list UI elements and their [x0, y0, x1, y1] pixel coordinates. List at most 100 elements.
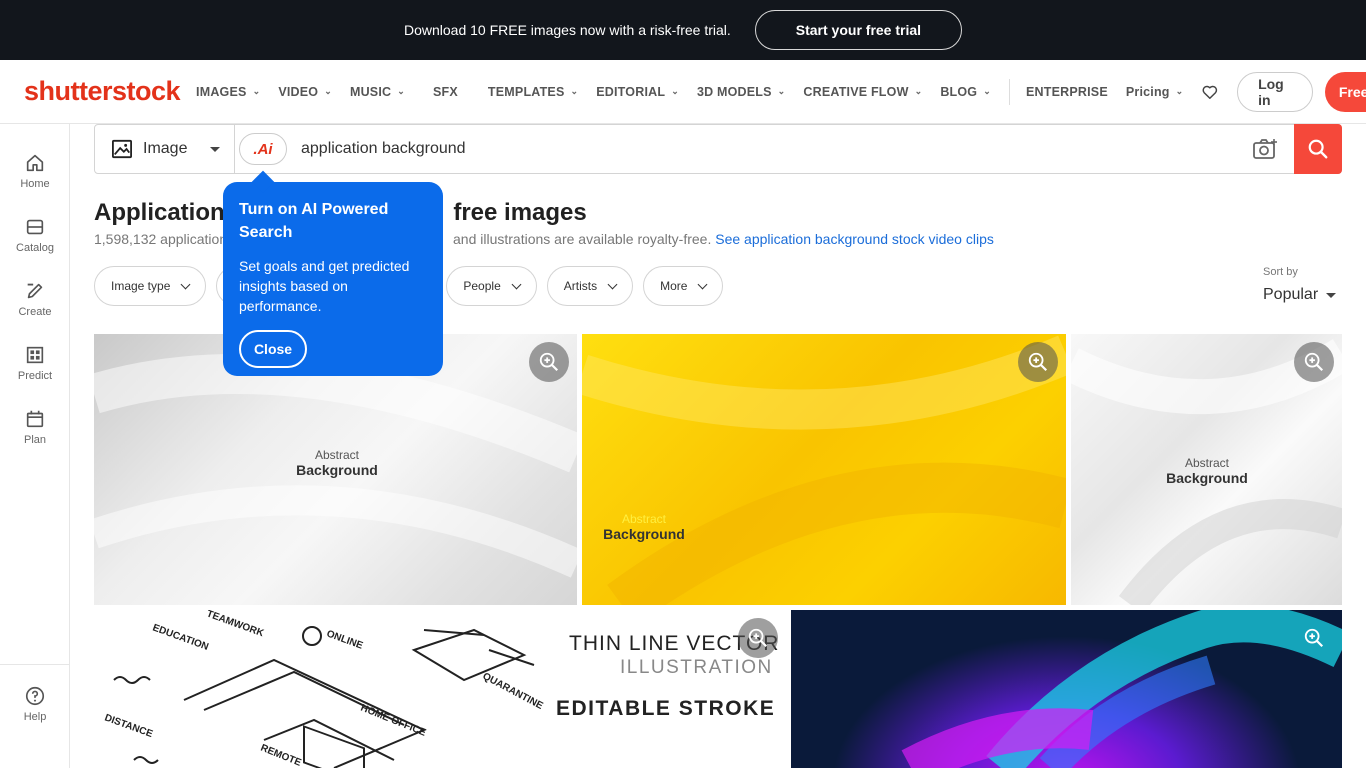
- nav-item-creative-flow[interactable]: CREATIVE FLOW ⌄: [803, 85, 922, 99]
- heart-icon[interactable]: [1201, 81, 1219, 103]
- chevron-down-icon: ⌄: [397, 86, 405, 96]
- chevron-down-icon: ⌄: [570, 86, 579, 96]
- shutterstock-logo[interactable]: shutterstock: [24, 76, 181, 107]
- caret-down-icon: [1326, 292, 1337, 298]
- start-free-trial-button[interactable]: Start your free trial: [754, 10, 963, 50]
- nav-item-sfx[interactable]: SFX: [433, 85, 458, 99]
- chevron-down-icon: ⌄: [983, 86, 991, 96]
- sidebar-item-label: Predict: [17, 370, 53, 382]
- chevron-down-icon: [511, 279, 522, 289]
- search-icon: [1308, 139, 1328, 159]
- image-icon: [112, 139, 132, 159]
- ai-search-toggle[interactable]: .Ai: [239, 133, 287, 165]
- zoom-button[interactable]: [1294, 618, 1334, 658]
- sidebar-item-help[interactable]: Help: [0, 685, 70, 723]
- sort-label: Sort by: [1263, 266, 1298, 278]
- zoom-button[interactable]: [1018, 342, 1058, 382]
- chevron-down-icon: [180, 279, 191, 289]
- search-bar: Image .Ai: [94, 124, 1342, 174]
- filter-people[interactable]: People: [446, 266, 537, 306]
- image-tile[interactable]: Abstract Background: [582, 334, 1066, 605]
- label-distance: DISTANCE: [103, 712, 154, 740]
- filter-artists[interactable]: Artists: [546, 266, 634, 306]
- sidebar-item-label: Create: [18, 306, 52, 318]
- popover-title: Turn on AI Powered Search: [239, 201, 389, 241]
- left-sidebar: Home Catalog Create Predict Plan Help: [0, 124, 70, 768]
- free-trial-button[interactable]: Free trial: [1324, 71, 1366, 112]
- ai-icon: .Ai: [253, 140, 273, 158]
- nav-right: Log in Free trial: [1201, 71, 1366, 112]
- zoom-in-icon: [1304, 628, 1324, 648]
- filter-image-type[interactable]: Image type: [94, 266, 207, 306]
- nav-item-editorial[interactable]: EDITORIAL ⌄: [596, 85, 679, 99]
- image-search-camera-icon[interactable]: [1252, 138, 1278, 160]
- heading-illustration: ILLUSTRATION: [620, 657, 773, 678]
- sidebar-item-catalog[interactable]: Catalog: [0, 216, 70, 254]
- nav-item-music[interactable]: MUSIC ⌄: [350, 85, 405, 99]
- tile-caption: Abstract Background: [296, 448, 378, 478]
- plan-icon: [26, 410, 44, 428]
- label-online: ONLINE: [325, 628, 365, 651]
- filter-more[interactable]: More: [643, 266, 724, 306]
- login-button[interactable]: Log in: [1237, 71, 1313, 112]
- create-icon: [27, 283, 43, 299]
- zoom-button[interactable]: [1294, 342, 1334, 382]
- ai-search-popover: Turn on AI Powered Search Set goals and …: [223, 182, 443, 376]
- caret-down-icon: [210, 146, 220, 152]
- image-tile[interactable]: Abstract Background: [1071, 334, 1342, 605]
- predict-icon: [26, 346, 44, 364]
- chevron-down-icon: [697, 279, 708, 289]
- chevron-down-icon: ⌄: [914, 86, 923, 96]
- label-education: EDUCATION: [151, 622, 210, 652]
- sidebar-item-label: Plan: [23, 434, 47, 446]
- sidebar-footer: Help: [0, 664, 70, 768]
- promo-bar: Download 10 FREE images now with a risk-…: [0, 0, 1366, 60]
- chevron-down-icon: [607, 279, 618, 289]
- popover-body: Set goals and get predicted insights bas…: [239, 258, 410, 314]
- sidebar-item-label: Catalog: [16, 242, 54, 254]
- chevron-down-icon: ⌄: [324, 86, 332, 96]
- nav-item-pricing[interactable]: Pricing ⌄: [1126, 85, 1184, 99]
- chevron-down-icon: ⌄: [252, 86, 261, 96]
- sort-control[interactable]: Sort by Popular: [1263, 266, 1337, 304]
- zoom-in-icon: [1304, 352, 1324, 372]
- zoom-button[interactable]: [738, 618, 778, 658]
- sidebar-item-predict[interactable]: Predict: [0, 344, 70, 382]
- image-tile[interactable]: EDUCATION TEAMWORK ONLINE HOME OFFICE QU…: [94, 610, 786, 768]
- nav-item-3d-models[interactable]: 3D MODELS ⌄: [697, 85, 785, 99]
- sidebar-item-home[interactable]: Home: [0, 152, 70, 190]
- image-tile[interactable]: [791, 610, 1342, 768]
- nav-item-video[interactable]: VIDEO ⌄: [278, 85, 332, 99]
- media-type-select[interactable]: Image: [95, 125, 235, 173]
- search-button[interactable]: [1294, 124, 1342, 174]
- help-icon: [25, 686, 45, 706]
- nav-item-images[interactable]: IMAGES ⌄: [196, 85, 260, 99]
- heading-editable-stroke: EDITABLE STROKE: [556, 697, 775, 720]
- main-nav: shutterstock IMAGES ⌄ VIDEO ⌄ MUSIC ⌄ SFX T…: [0, 60, 1366, 124]
- video-clips-link[interactable]: See application background stock video c…: [715, 231, 994, 247]
- tile-caption: Abstract Background: [603, 512, 685, 542]
- nav-item-enterprise[interactable]: ENTERPRISE: [1026, 85, 1108, 99]
- line-illustration-graphic: EDUCATION TEAMWORK ONLINE HOME OFFICE QU…: [103, 610, 778, 768]
- label-teamwork: TEAMWORK: [205, 610, 266, 640]
- label-home-office: HOME OFFICE: [359, 703, 428, 739]
- nav-item-templates[interactable]: TEMPLATES ⌄: [488, 85, 578, 99]
- catalog-icon: [26, 219, 44, 235]
- zoom-in-icon: [539, 352, 559, 372]
- sidebar-item-create[interactable]: Create: [0, 280, 70, 318]
- sidebar-item-plan[interactable]: Plan: [0, 408, 70, 446]
- promo-text: Download 10 FREE images now with a risk-…: [403, 22, 731, 38]
- search-input[interactable]: [301, 140, 1252, 158]
- nav-item-blog[interactable]: BLOG ⌄: [940, 85, 991, 99]
- tile-caption: Abstract Background: [1166, 456, 1248, 486]
- sidebar-item-label: Home: [20, 178, 50, 190]
- popover-close-button[interactable]: Close: [239, 330, 307, 368]
- abstract-waves-graphic: [582, 335, 1066, 605]
- sidebar-item-label: Help: [23, 711, 47, 723]
- sort-value: Popular: [1263, 286, 1337, 304]
- media-type-label: Image: [143, 140, 188, 157]
- home-icon: [26, 154, 44, 172]
- aurora-graphic: [901, 610, 1342, 768]
- nav-menu: IMAGES ⌄ VIDEO ⌄ MUSIC ⌄ SFX TEMPLATES ⌄ EDI…: [196, 78, 1201, 105]
- zoom-button[interactable]: [529, 342, 569, 382]
